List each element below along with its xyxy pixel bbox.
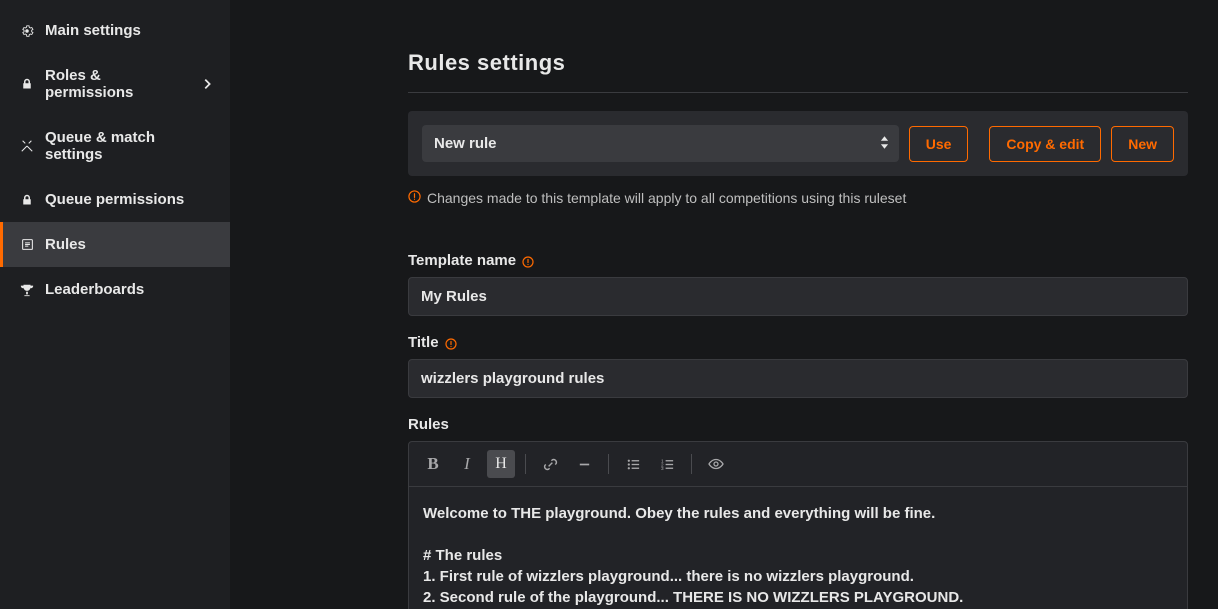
sidebar-item-queue-permissions[interactable]: Queue permissions — [0, 177, 230, 222]
svg-text:3: 3 — [660, 466, 663, 471]
chevron-right-icon — [200, 77, 214, 91]
sidebar-item-label: Roles & permissions — [45, 67, 190, 101]
sidebar-item-label: Queue permissions — [45, 191, 214, 208]
rules-label: Rules — [408, 416, 1188, 433]
sidebar-item-roles-permissions[interactable]: Roles & permissions — [0, 53, 230, 115]
sidebar-item-label: Queue & match settings — [45, 129, 214, 163]
rule-selector-card: New rule Use Copy & edit New — [408, 111, 1188, 176]
toolbar-separator — [608, 454, 609, 474]
strike-button[interactable] — [570, 450, 598, 478]
warning-text: Changes made to this template will apply… — [427, 190, 906, 206]
italic-button[interactable]: I — [453, 450, 481, 478]
rules-intro: Welcome to THE playground. Obey the rule… — [423, 503, 1173, 524]
toolbar-separator — [525, 454, 526, 474]
info-icon — [445, 337, 457, 349]
sidebar-item-label: Rules — [45, 236, 214, 253]
unordered-list-button[interactable] — [619, 450, 647, 478]
rules-icon — [19, 237, 35, 253]
new-button[interactable]: New — [1111, 126, 1174, 162]
rule-select[interactable]: New rule — [422, 125, 899, 162]
rules-line-2: 2. Second rule of the playground... THER… — [423, 587, 1173, 608]
sidebar: Main settings Roles & permissions Queue … — [0, 0, 230, 609]
title-input[interactable] — [408, 359, 1188, 398]
rules-editor: B I H 123 — [408, 441, 1188, 609]
sidebar-item-label: Leaderboards — [45, 281, 214, 298]
sidebar-item-label: Main settings — [45, 22, 214, 39]
info-icon — [408, 190, 421, 206]
warning-message: Changes made to this template will apply… — [408, 190, 1188, 206]
template-name-label: Template name — [408, 252, 1188, 269]
preview-button[interactable] — [702, 450, 730, 478]
link-button[interactable] — [536, 450, 564, 478]
trophy-icon — [19, 282, 35, 298]
info-icon — [522, 255, 534, 267]
title-label: Title — [408, 334, 1188, 351]
rule-select-wrap: New rule — [422, 125, 899, 162]
editor-toolbar: B I H 123 — [409, 442, 1187, 487]
sidebar-item-queue-match-settings[interactable]: Queue & match settings — [0, 115, 230, 177]
lock-icon — [19, 192, 35, 208]
template-name-input[interactable] — [408, 277, 1188, 316]
sidebar-item-rules[interactable]: Rules — [0, 222, 230, 267]
lock-icon — [19, 76, 35, 92]
page-title: Rules settings — [408, 50, 1188, 76]
editor-content[interactable]: Welcome to THE playground. Obey the rule… — [409, 487, 1187, 609]
sidebar-item-main-settings[interactable]: Main settings — [0, 8, 230, 53]
rules-line-1: 1. First rule of wizzlers playground... … — [423, 566, 1173, 587]
toolbar-separator — [691, 454, 692, 474]
use-button[interactable]: Use — [909, 126, 969, 162]
divider — [408, 92, 1188, 93]
copy-edit-button[interactable]: Copy & edit — [989, 126, 1101, 162]
tools-icon — [19, 138, 35, 154]
gear-icon — [19, 23, 35, 39]
bold-button[interactable]: B — [419, 450, 447, 478]
ordered-list-button[interactable]: 123 — [653, 450, 681, 478]
rules-heading: # The rules — [423, 545, 1173, 566]
heading-button[interactable]: H — [487, 450, 515, 478]
main-content: Rules settings New rule Use Copy & edit … — [230, 0, 1218, 609]
sidebar-item-leaderboards[interactable]: Leaderboards — [0, 267, 230, 312]
